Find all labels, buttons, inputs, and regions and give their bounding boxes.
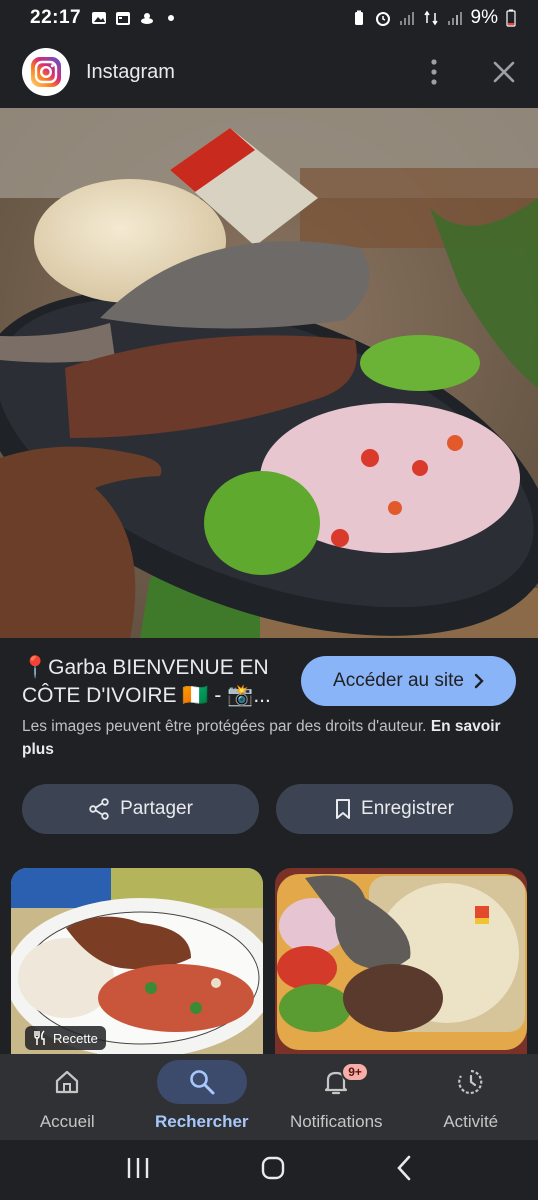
close-icon [493,61,515,83]
recipe-label: Recette [53,1030,98,1046]
related-photo [275,868,527,1054]
nav-home[interactable]: Accueil [0,1054,135,1140]
main-image[interactable] [0,108,538,638]
visit-site-button[interactable]: Accéder au site [301,656,516,706]
weather-icon [141,13,154,24]
calendar-icon [116,12,131,25]
back-button[interactable] [395,1155,413,1186]
image-title[interactable]: 📍Garba BIENVENUE EN CÔTE D'IVOIRE 🇨🇮 - 📸… [22,654,287,710]
system-navigation [0,1140,538,1200]
app-header: Instagram [0,36,538,108]
dot-icon [168,15,175,21]
nav-label-notifications: Notifications [289,1112,383,1131]
recents-icon [127,1157,148,1178]
save-label: Enregistrer [361,798,454,819]
status-time: 22:17 [30,7,82,28]
notification-badge: 9+ [341,1062,369,1082]
food-photo [0,108,538,638]
recents-button[interactable] [125,1156,151,1185]
search-icon [189,1070,215,1095]
related-image-2[interactable] [275,868,527,1054]
gallery-icon [92,12,107,24]
save-button[interactable]: Enregistrer [276,784,513,834]
nav-activity[interactable]: Activité [404,1054,538,1140]
share-button[interactable]: Partager [22,784,259,834]
share-icon [89,798,109,820]
close-button[interactable] [490,58,518,86]
more-options-button[interactable] [420,58,448,86]
home-button[interactable] [260,1155,286,1186]
alarm-icon [375,12,390,26]
battery-icon [506,9,516,27]
nav-search[interactable]: Rechercher [135,1054,270,1140]
chevron-right-icon [474,673,484,689]
related-image-1[interactable]: Recette [11,868,263,1054]
nav-label-search: Rechercher [154,1112,249,1131]
utensils-icon [34,1030,45,1045]
battery-saver-icon [354,10,363,25]
battery-level: 9% [470,7,498,28]
nav-label-activity: Activité [443,1112,499,1131]
bookmark-icon [336,799,351,819]
home-circle-icon [261,1156,285,1179]
nav-label-home: Accueil [39,1112,95,1131]
signal-icon [399,12,414,25]
signal-icon [447,12,462,25]
app-title: Instagram [86,60,175,83]
instagram-icon [31,57,61,87]
data-transfer-icon [423,10,438,26]
instagram-logo [22,48,70,96]
bottom-navigation: Accueil Rechercher 9+ Notifications Acti… [0,1054,538,1140]
home-icon [56,1070,79,1094]
copyright-notice: Les images peuvent être protégées par de… [22,715,522,761]
status-bar: 22:17 9% [0,0,538,36]
copyright-text: Les images peuvent être protégées par de… [22,718,427,735]
nav-notifications[interactable]: 9+ Notifications [269,1054,404,1140]
more-vert-icon [431,59,437,85]
history-icon [457,1069,483,1095]
back-icon [397,1155,411,1180]
visit-site-label: Accéder au site [333,670,464,691]
share-label: Partager [120,798,193,819]
recipe-badge: Recette [25,1026,106,1050]
